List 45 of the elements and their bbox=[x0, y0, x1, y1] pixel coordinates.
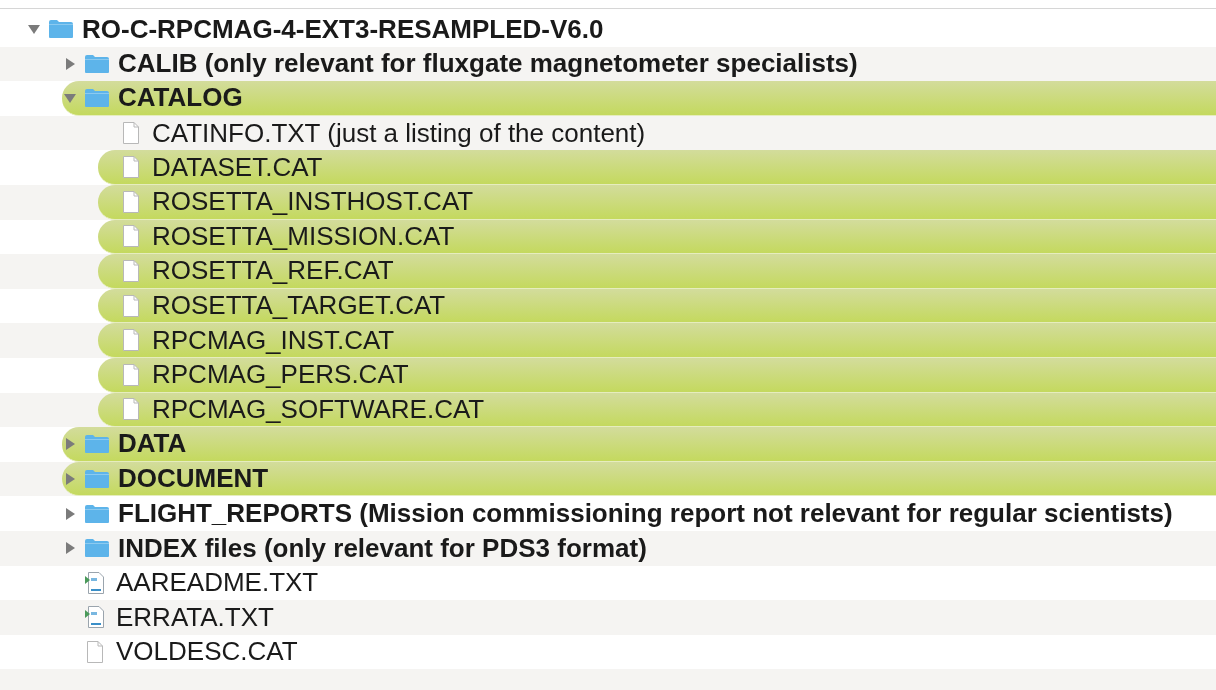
folder-icon bbox=[84, 88, 110, 108]
folder-icon bbox=[84, 53, 110, 74]
document-icon bbox=[84, 641, 106, 663]
file-name[interactable]: RPCMAG_PERS.CAT bbox=[152, 359, 409, 391]
text-document-icon bbox=[84, 606, 106, 629]
file-name[interactable]: DOCUMENT bbox=[118, 463, 269, 494]
document-icon bbox=[120, 363, 142, 386]
disclosure-triangle-icon[interactable] bbox=[64, 542, 76, 555]
file-name[interactable]: ROSETTA_TARGET.CAT bbox=[152, 290, 446, 322]
document-icon bbox=[120, 122, 142, 145]
file-name[interactable]: AAREADME.TXT bbox=[116, 567, 319, 599]
document-icon bbox=[120, 398, 142, 421]
file-name[interactable]: DATASET.CAT bbox=[152, 151, 323, 183]
file-name[interactable]: RPCMAG_INST.CAT bbox=[152, 324, 395, 356]
folder-icon bbox=[84, 433, 110, 454]
disclosure-triangle-icon[interactable] bbox=[64, 92, 76, 104]
document-icon bbox=[120, 329, 142, 352]
file-name[interactable]: CALIB (only relevant for fluxgate magnetometer specialists) bbox=[118, 48, 858, 80]
document-icon bbox=[120, 294, 142, 317]
folder-icon bbox=[48, 19, 74, 40]
folder-icon bbox=[84, 503, 110, 524]
disclosure-triangle-icon[interactable] bbox=[64, 507, 76, 520]
file-name[interactable]: FLIGHT_REPORTS (Mission commissioning report not relevant for regular scientists) bbox=[118, 498, 1173, 530]
file-name[interactable]: CATINFO.TXT (just a listing of the content) bbox=[152, 117, 646, 149]
file-name[interactable]: VOLDESC.CAT bbox=[116, 636, 298, 668]
document-icon bbox=[120, 190, 142, 213]
file-name[interactable]: ROSETTA_MISSION.CAT bbox=[152, 220, 455, 252]
file-name[interactable]: ERRATA.TXT bbox=[116, 601, 274, 633]
document-icon bbox=[120, 156, 142, 179]
disclosure-triangle-icon[interactable] bbox=[64, 437, 76, 450]
file-name[interactable]: CATALOG bbox=[118, 82, 243, 114]
disclosure-triangle-icon[interactable] bbox=[64, 57, 76, 70]
file-name[interactable]: RO-C-RPCMAG-4-EXT3-RESAMPLED-V6.0 bbox=[82, 13, 604, 45]
text-document-icon bbox=[84, 571, 106, 594]
file-name[interactable]: ROSETTA_REF.CAT bbox=[152, 255, 394, 287]
file-name[interactable]: DATA bbox=[118, 428, 187, 460]
disclosure-triangle-icon[interactable] bbox=[28, 23, 40, 36]
document-icon bbox=[120, 225, 142, 248]
folder-icon bbox=[84, 538, 110, 559]
folder-icon bbox=[84, 468, 110, 489]
disclosure-triangle-icon[interactable] bbox=[64, 472, 76, 485]
file-name[interactable]: INDEX files (only relevant for PDS3 format) bbox=[118, 532, 647, 564]
document-icon bbox=[120, 259, 142, 282]
file-name[interactable]: RPCMAG_SOFTWARE.CAT bbox=[152, 393, 485, 425]
file-name[interactable]: ROSETTA_INSTHOST.CAT bbox=[152, 186, 474, 218]
